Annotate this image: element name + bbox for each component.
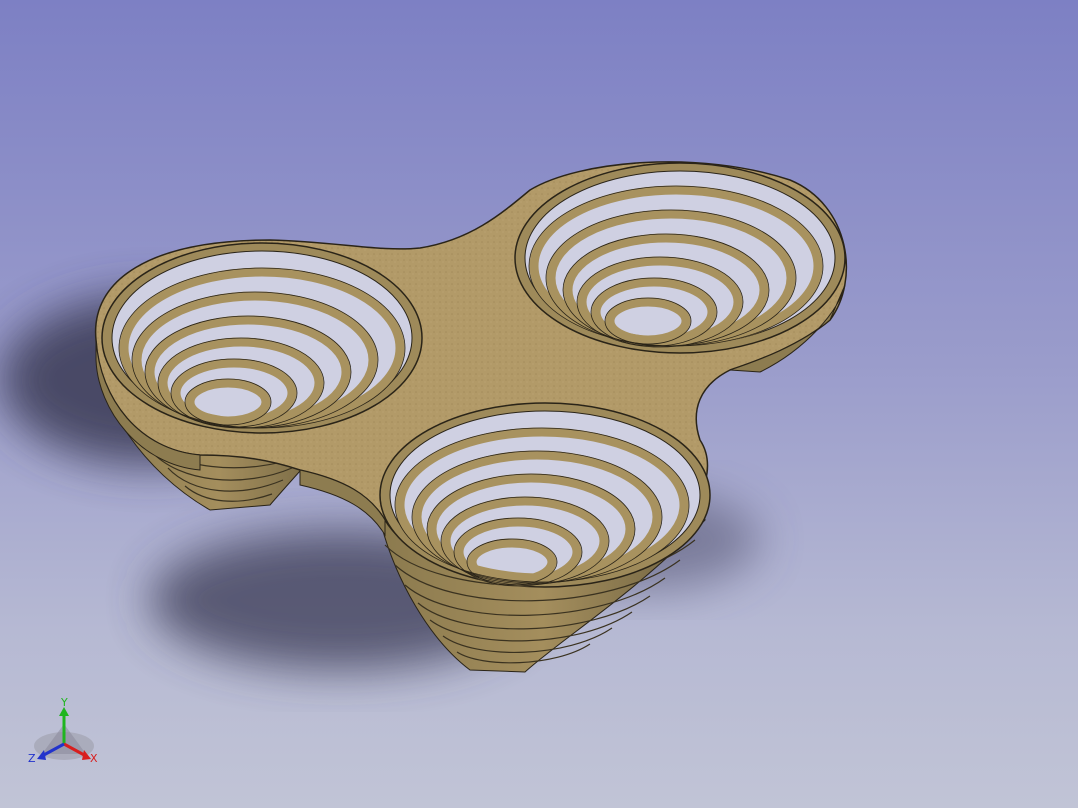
x-axis-label: X <box>90 752 98 765</box>
left-bowl <box>101 242 423 434</box>
model-scene[interactable] <box>0 0 1078 808</box>
bottom-bowl <box>379 402 711 588</box>
z-axis-label: Z <box>28 752 36 765</box>
view-orientation-triad[interactable]: Y X Z <box>22 694 112 774</box>
right-bowl <box>514 162 846 354</box>
y-axis-label: Y <box>60 696 68 709</box>
graphics-viewport[interactable]: Y X Z <box>0 0 1078 808</box>
